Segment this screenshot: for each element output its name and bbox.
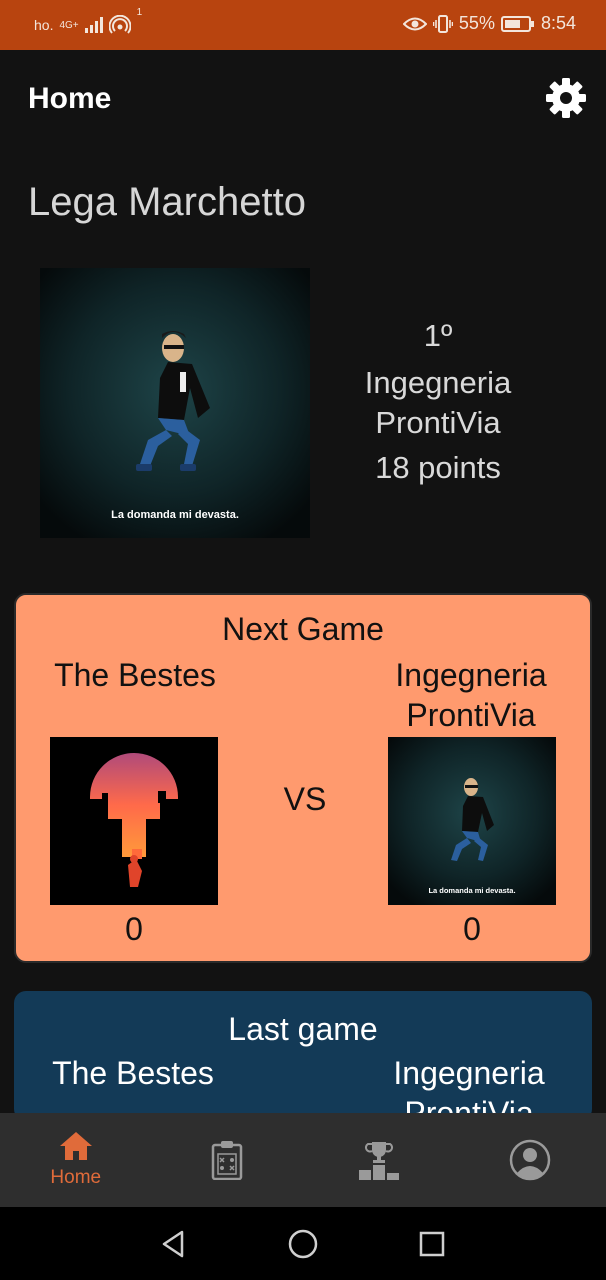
hotspot-icon	[108, 15, 131, 34]
clock: 8:54	[540, 13, 576, 33]
nav-item-standings[interactable]	[303, 1113, 455, 1207]
avatar-caption: La domanda mi devasta.	[111, 509, 239, 521]
home-circle-icon[interactable]	[287, 1228, 319, 1260]
team-points: 18 points	[375, 450, 501, 485]
team-name-line2: ProntiVia	[375, 405, 501, 440]
team-avatar[interactable]: La domanda mi devasta.	[40, 268, 310, 538]
battery-icon	[500, 15, 534, 32]
gear-icon[interactable]	[544, 76, 588, 120]
last-home-team-name: The Bestes	[52, 1055, 214, 1091]
league-name: Lega Marchetto	[28, 180, 306, 224]
eye-comfort-icon	[402, 17, 427, 30]
vibrate-icon	[432, 14, 453, 33]
away-team-name-line1: Ingegneria	[395, 657, 547, 693]
next-game-title: Next Game	[222, 611, 384, 647]
back-icon[interactable]	[158, 1229, 188, 1259]
nav-item-profile[interactable]	[455, 1113, 606, 1207]
away-team-logo: La domanda mi devasta.	[388, 737, 556, 905]
lineup-board-icon	[212, 1141, 243, 1180]
away-team-score: 0	[463, 911, 481, 947]
status-bar: ho. 4G+ 1 55% 8:54	[0, 0, 606, 50]
trophy-podium-icon	[358, 1142, 399, 1180]
status-left: ho. 4G+ 1	[34, 7, 142, 35]
away-logo-caption: La domanda mi devasta.	[428, 886, 515, 895]
away-team-name: Ingegneria ProntiVia	[376, 655, 566, 735]
system-navigation-bar	[0, 1207, 606, 1280]
app-bar: Home	[0, 50, 606, 146]
last-game-title: Last game	[228, 1011, 378, 1047]
last-game-card[interactable]: Last game The Bestes Ingegneria ProntiVi…	[14, 991, 592, 1121]
notification-count: 1	[136, 7, 143, 18]
signal-icon	[84, 17, 103, 33]
home-icon	[59, 1132, 92, 1160]
next-game-card[interactable]: Next Game The Bestes Ingegneria ProntiVi…	[14, 593, 592, 963]
carrier-label: ho.	[34, 17, 54, 33]
recents-icon[interactable]	[417, 1229, 447, 1259]
status-right: 55% 8:54	[402, 13, 576, 34]
network-type: 4G+	[59, 19, 79, 31]
battery-percent: 55%	[458, 13, 495, 33]
away-team-name-line2: ProntiVia	[406, 697, 536, 733]
team-standing: 1º Ingegneria ProntiVia 18 points	[330, 316, 546, 488]
last-away-team-name: Ingegneria ProntiVia	[374, 1053, 564, 1121]
home-team-name: The Bestes	[54, 657, 216, 693]
home-team-logo	[50, 737, 218, 905]
last-away-team-name-line1: Ingegneria	[393, 1055, 545, 1091]
rank-position: 1º	[423, 318, 453, 353]
team-name-line1: Ingegneria	[364, 365, 512, 400]
page-title: Home	[28, 82, 112, 115]
nav-label-home: Home	[50, 1167, 102, 1188]
versus-label: VS	[283, 781, 327, 817]
nav-item-lineup[interactable]	[152, 1113, 304, 1207]
nav-item-home[interactable]: Home	[0, 1113, 152, 1207]
bottom-navigation: Home	[0, 1113, 606, 1207]
profile-icon	[510, 1139, 551, 1181]
home-team-score: 0	[125, 911, 143, 947]
